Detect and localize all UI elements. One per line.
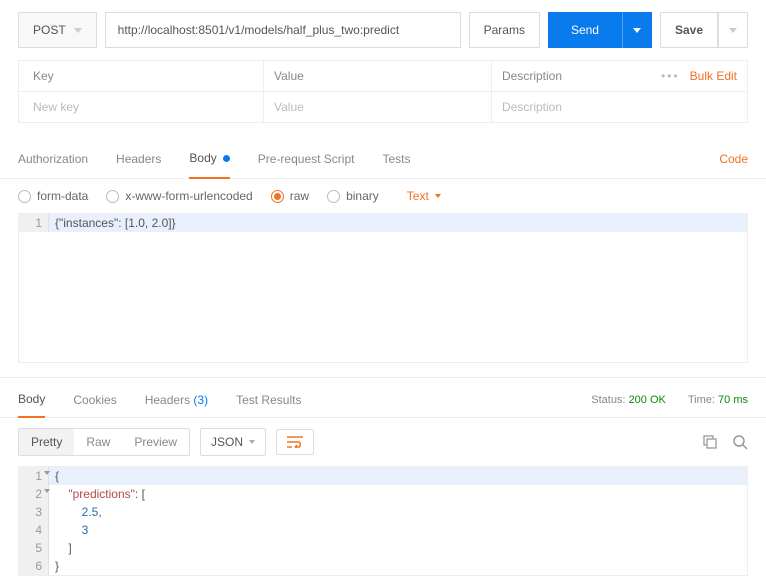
col-value: Value (263, 61, 491, 91)
format-label: JSON (211, 435, 243, 449)
radio-label: x-www-form-urlencoded (125, 189, 252, 203)
chevron-down-icon (633, 28, 641, 33)
col-key: Key (23, 61, 263, 91)
tab-body[interactable]: Body (189, 139, 229, 179)
radio-form-data[interactable]: form-data (18, 189, 88, 203)
save-button-group: Save (660, 12, 748, 48)
chevron-down-icon (729, 28, 737, 33)
fold-icon[interactable] (44, 489, 50, 493)
response-body-editor[interactable]: 1{ 2 "predictions": [ 3 2.5, 4 3 5 ] 6} (18, 466, 748, 576)
new-desc-input[interactable]: Description (491, 92, 641, 122)
save-options-button[interactable] (718, 12, 748, 48)
tab-response-headers[interactable]: Headers (3) (145, 383, 208, 417)
raw-type-dropdown[interactable]: Text (407, 189, 441, 203)
radio-icon (327, 190, 340, 203)
method-label: POST (33, 23, 66, 37)
chevron-down-icon (435, 194, 441, 198)
save-button[interactable]: Save (660, 12, 718, 48)
url-input[interactable] (105, 12, 461, 48)
time-block: Time: 70 ms (688, 394, 748, 406)
format-dropdown[interactable]: JSON (200, 428, 266, 456)
response-line: ] (49, 539, 78, 557)
send-button-group: Send (548, 12, 652, 48)
params-button[interactable]: Params (469, 12, 540, 48)
send-options-button[interactable] (622, 12, 652, 48)
chevron-down-icon (249, 440, 255, 444)
params-table: Key Value Description ••• Bulk Edit New … (18, 60, 748, 123)
radio-raw[interactable]: raw (271, 189, 309, 203)
fold-icon[interactable] (44, 471, 50, 475)
body-type-selector: form-data x-www-form-urlencoded raw bina… (0, 179, 766, 213)
response-tabs: Body Cookies Headers (3) Test Results St… (0, 378, 766, 418)
tab-headers[interactable]: Headers (116, 140, 161, 178)
status-value: 200 OK (629, 394, 666, 406)
view-mode-selector: Pretty Raw Preview (18, 428, 190, 456)
radio-label: form-data (37, 189, 88, 203)
radio-binary[interactable]: binary (327, 189, 379, 203)
time-value: 70 ms (718, 394, 748, 406)
response-actions (702, 434, 748, 450)
request-topbar: POST Params Send Save (0, 0, 766, 60)
new-value-input[interactable]: Value (263, 92, 491, 122)
radio-label: binary (346, 189, 379, 203)
chevron-down-icon (74, 28, 82, 33)
params-new-row[interactable]: New key Value Description (19, 92, 747, 122)
view-preview[interactable]: Preview (122, 429, 189, 455)
params-header-actions: ••• Bulk Edit (641, 61, 747, 91)
request-body-line[interactable]: {"instances": [1.0, 2.0]} (49, 214, 182, 232)
line-gutter: 1 (19, 214, 49, 232)
radio-icon (106, 190, 119, 203)
view-raw[interactable]: Raw (74, 429, 122, 455)
copy-icon[interactable] (702, 434, 718, 450)
tab-tests[interactable]: Tests (382, 140, 410, 178)
radio-icon (18, 190, 31, 203)
radio-label: raw (290, 189, 309, 203)
wrap-lines-icon (287, 436, 303, 448)
more-options-icon[interactable]: ••• (661, 69, 680, 83)
search-icon[interactable] (732, 434, 748, 450)
code-link[interactable]: Code (719, 152, 748, 166)
wrap-lines-button[interactable] (276, 429, 314, 455)
status-block: Status: 200 OK (591, 394, 666, 406)
response-meta: Status: 200 OK Time: 70 ms (591, 394, 748, 406)
view-pretty[interactable]: Pretty (19, 429, 74, 455)
response-line: "predictions": [ (49, 485, 151, 503)
response-line: 2.5, (49, 503, 108, 521)
tab-response-cookies[interactable]: Cookies (73, 383, 116, 417)
request-body-editor[interactable]: 1 {"instances": [1.0, 2.0]} (18, 213, 748, 363)
bulk-edit-link[interactable]: Bulk Edit (690, 69, 737, 83)
response-line: } (49, 557, 65, 575)
tab-response-test-results[interactable]: Test Results (236, 383, 301, 417)
request-tabs: Authorization Headers Body Pre-request S… (0, 139, 766, 179)
radio-icon (271, 190, 284, 203)
send-button[interactable]: Send (548, 12, 622, 48)
response-line: { (49, 467, 65, 485)
params-table-header: Key Value Description ••• Bulk Edit (19, 61, 747, 92)
new-key-input[interactable]: New key (23, 92, 263, 122)
tab-response-body[interactable]: Body (18, 382, 45, 418)
raw-type-label: Text (407, 189, 429, 203)
radio-urlencoded[interactable]: x-www-form-urlencoded (106, 189, 252, 203)
headers-count: (3) (193, 393, 208, 407)
tab-prerequest[interactable]: Pre-request Script (258, 140, 355, 178)
response-toolbar: Pretty Raw Preview JSON (0, 418, 766, 466)
col-description: Description (491, 61, 641, 91)
tab-authorization[interactable]: Authorization (18, 140, 88, 178)
response-line: 3 (49, 521, 94, 539)
method-dropdown[interactable]: POST (18, 12, 97, 48)
